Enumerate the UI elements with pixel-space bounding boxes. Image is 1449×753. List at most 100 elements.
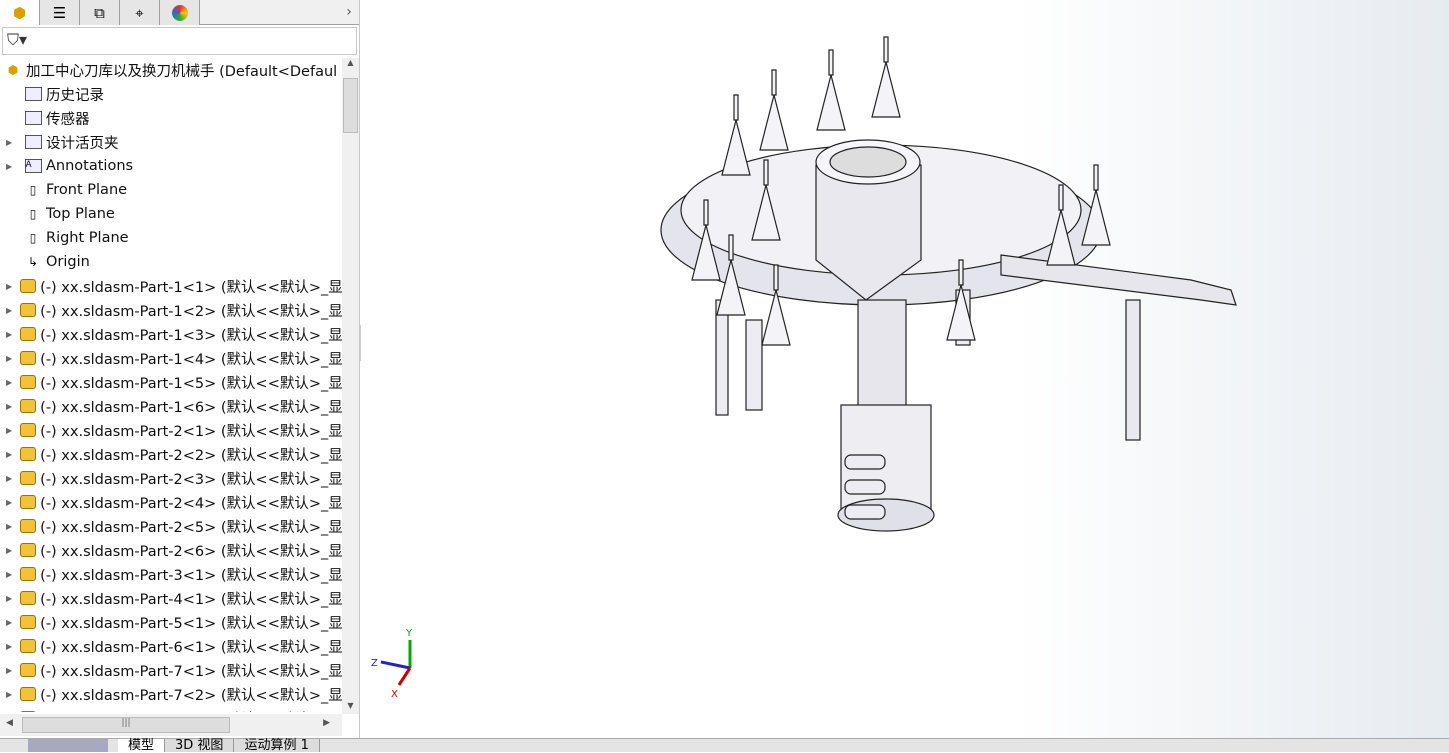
annotations-icon: A	[24, 157, 42, 175]
part-icon	[20, 349, 37, 367]
tree-item[interactable]: ▶ (-) xx.sldasm-Part-1<6> (默认<<默认>_显	[0, 394, 342, 418]
tree-item-label: 传感器	[46, 111, 90, 128]
expand-arrow-icon[interactable]: ▶	[6, 594, 12, 603]
expand-arrow-icon[interactable]: ▶	[6, 450, 12, 459]
tree-item[interactable]: ▶ (-) xx.sldasm-Part-2<3> (默认<<默认>_显	[0, 466, 342, 490]
filter-button[interactable]: ⛉▾	[2, 27, 357, 55]
filter-icon: ⛉▾	[7, 30, 28, 49]
expand-arrow-icon[interactable]: ▶	[6, 522, 12, 531]
tree-icon: ⧉	[94, 3, 105, 22]
tree-item-label: (-) xx.sldasm-Part-2<2> (默认<<默认>_显	[40, 447, 342, 464]
scroll-right-icon[interactable]: ▶	[323, 718, 330, 728]
tree-item[interactable]: ▶ (-) xx.sldasm-Part-3<1> (默认<<默认>_显	[0, 562, 342, 586]
tree-root[interactable]: ⬢ 加工中心刀库以及换刀机械手 (Default<Defaul	[0, 58, 342, 82]
expand-arrow-icon[interactable]: ▶	[6, 402, 12, 411]
scroll-up-icon[interactable]: ▲	[342, 58, 359, 67]
tree-item[interactable]: 历史记录	[0, 82, 342, 106]
tree-item-label: Right Plane	[46, 230, 129, 246]
part-icon	[20, 589, 37, 607]
tree-item[interactable]: ▶ (-) xx.sldasm-Part-4<1> (默认<<默认>_显	[0, 586, 342, 610]
scroll-down-icon[interactable]: ▼	[342, 701, 359, 710]
tab-3d-views[interactable]: 3D 视图	[165, 739, 235, 753]
expand-arrow-icon[interactable]: ▶	[6, 546, 12, 555]
expand-arrow-icon[interactable]: ▶	[6, 690, 12, 699]
tree-item[interactable]: ▶(-) xx.sldasm-Part-8<1> (默认<<默认>_显	[0, 706, 342, 712]
expand-arrow-icon[interactable]: ▶	[6, 570, 12, 579]
tree-item[interactable]: ▶ (-) xx.sldasm-Part-1<2> (默认<<默认>_显	[0, 298, 342, 322]
tree-item-label: (-) xx.sldasm-Part-1<1> (默认<<默认>_显	[40, 279, 342, 296]
tree-item[interactable]: ▶ (-) xx.sldasm-Part-1<3> (默认<<默认>_显	[0, 322, 342, 346]
configuration-manager-tab[interactable]: ⧉	[80, 0, 120, 25]
tool-holder-cone	[816, 49, 846, 131]
expand-arrow-icon[interactable]: ▶	[6, 498, 12, 507]
expand-arrow-icon[interactable]: ▶	[6, 378, 12, 387]
scroll-left-icon[interactable]: ◀	[6, 718, 13, 728]
tree-item[interactable]: ▶ (-) xx.sldasm-Part-1<5> (默认<<默认>_显	[0, 370, 342, 394]
chevron-right-icon[interactable]: ›	[339, 0, 359, 24]
expand-arrow-icon[interactable]: ▶	[6, 642, 12, 651]
expand-arrow-icon[interactable]: ▶	[6, 306, 12, 315]
tree-item-label: Annotations	[46, 158, 134, 174]
vertical-scrollbar[interactable]: ▲ ▼	[342, 58, 359, 714]
graphics-viewport[interactable]: Y Z X	[361, 0, 1449, 738]
part-icon	[20, 613, 37, 631]
horizontal-scrollbar[interactable]: ◀ ||| ▶	[0, 714, 342, 736]
expand-arrow-icon[interactable]: ▶	[6, 330, 12, 339]
tree-item[interactable]: ▯ Top Plane	[0, 202, 342, 226]
tab-navigation-arrows[interactable]	[28, 739, 108, 752]
tree-item[interactable]: ▶ (-) xx.sldasm-Part-2<1> (默认<<默认>_显	[0, 418, 342, 442]
feature-manager-panel: ⬢ ☰ ⧉ ⌖ › ⛉▾ ⬢ 加工中心刀库以及换刀机械手 (Default<De…	[0, 0, 360, 752]
sensor-folder-icon	[24, 109, 42, 127]
tool-holder-cone	[721, 94, 751, 176]
tree-item[interactable]: ▶ 设计活页夹	[0, 130, 342, 154]
expand-arrow-icon[interactable]: ▶	[6, 162, 16, 171]
expand-arrow-icon[interactable]: ▶	[6, 354, 12, 363]
crosshair-icon: ⌖	[135, 3, 144, 22]
tree-item[interactable]: ▶ (-) xx.sldasm-Part-1<4> (默认<<默认>_显	[0, 346, 342, 370]
tree-item-label: Top Plane	[46, 206, 115, 222]
tree-item[interactable]: ▶ (-) xx.sldasm-Part-6<1> (默认<<默认>_显	[0, 634, 342, 658]
part-icon	[20, 469, 37, 487]
expand-arrow-icon[interactable]: ▶	[6, 282, 12, 291]
expand-arrow-icon[interactable]: ▶	[6, 666, 12, 675]
tab-motion-study-1[interactable]: 运动算例 1	[234, 739, 320, 753]
property-manager-tab[interactable]: ☰	[40, 0, 80, 25]
expand-arrow-icon[interactable]: ▶	[6, 474, 12, 483]
list-icon: ☰	[52, 3, 67, 22]
assembly-icon: ⬢	[12, 3, 27, 22]
y-axis-label: Y	[405, 628, 413, 639]
tree-item[interactable]: ↳ Origin	[0, 250, 342, 274]
tree-item-label: (-) xx.sldasm-Part-2<6> (默认<<默认>_显	[40, 543, 342, 560]
feature-manager-tab[interactable]: ⬢	[0, 0, 40, 25]
tree-item-label: (-) xx.sldasm-Part-7<1> (默认<<默认>_显	[40, 663, 342, 680]
design-binder-icon	[24, 133, 42, 151]
tree-item[interactable]: ▶ (-) xx.sldasm-Part-1<1> (默认<<默认>_显	[0, 274, 342, 298]
tab-model[interactable]: 模型	[118, 739, 166, 753]
tree-item[interactable]: ▯ Right Plane	[0, 226, 342, 250]
part-icon	[20, 661, 37, 679]
scroll-thumb[interactable]: |||	[22, 717, 230, 733]
tree-item[interactable]: ▶ (-) xx.sldasm-Part-2<5> (默认<<默认>_显	[0, 514, 342, 538]
tree-item[interactable]: ▶ (-) xx.sldasm-Part-2<4> (默认<<默认>_显	[0, 490, 342, 514]
display-manager-tab[interactable]	[160, 0, 200, 25]
tree-item-label: (-) xx.sldasm-Part-5<1> (默认<<默认>_显	[40, 615, 342, 632]
tree-item[interactable]: ▶ (-) xx.sldasm-Part-7<2> (默认<<默认>_显	[0, 682, 342, 706]
dimxpert-tab[interactable]: ⌖	[120, 0, 160, 25]
tree-item[interactable]: ▯ Front Plane	[0, 178, 342, 202]
tree-item[interactable]: 传感器	[0, 106, 342, 130]
plane-icon: ▯	[29, 183, 37, 197]
tree-item-label: (-) xx.sldasm-Part-1<3> (默认<<默认>_显	[40, 327, 342, 344]
expand-arrow-icon[interactable]: ▶	[6, 618, 12, 627]
tree-item[interactable]: ▶ (-) xx.sldasm-Part-7<1> (默认<<默认>_显	[0, 658, 342, 682]
part-icon	[20, 421, 37, 439]
tree-item[interactable]: ▶ A Annotations	[0, 154, 342, 178]
scroll-thumb[interactable]	[343, 78, 358, 133]
tree-item[interactable]: ▶ (-) xx.sldasm-Part-5<1> (默认<<默认>_显	[0, 610, 342, 634]
tree-item-label: (-) xx.sldasm-Part-6<1> (默认<<默认>_显	[40, 639, 342, 656]
tree-item-label: (-) xx.sldasm-Part-1<5> (默认<<默认>_显	[40, 375, 342, 392]
tree-item[interactable]: ▶ (-) xx.sldasm-Part-2<6> (默认<<默认>_显	[0, 538, 342, 562]
tree-item-label: (-) xx.sldasm-Part-1<6> (默认<<默认>_显	[40, 399, 342, 416]
tree-item[interactable]: ▶ (-) xx.sldasm-Part-2<2> (默认<<默认>_显	[0, 442, 342, 466]
expand-arrow-icon[interactable]: ▶	[6, 138, 16, 147]
expand-arrow-icon[interactable]: ▶	[6, 426, 12, 435]
